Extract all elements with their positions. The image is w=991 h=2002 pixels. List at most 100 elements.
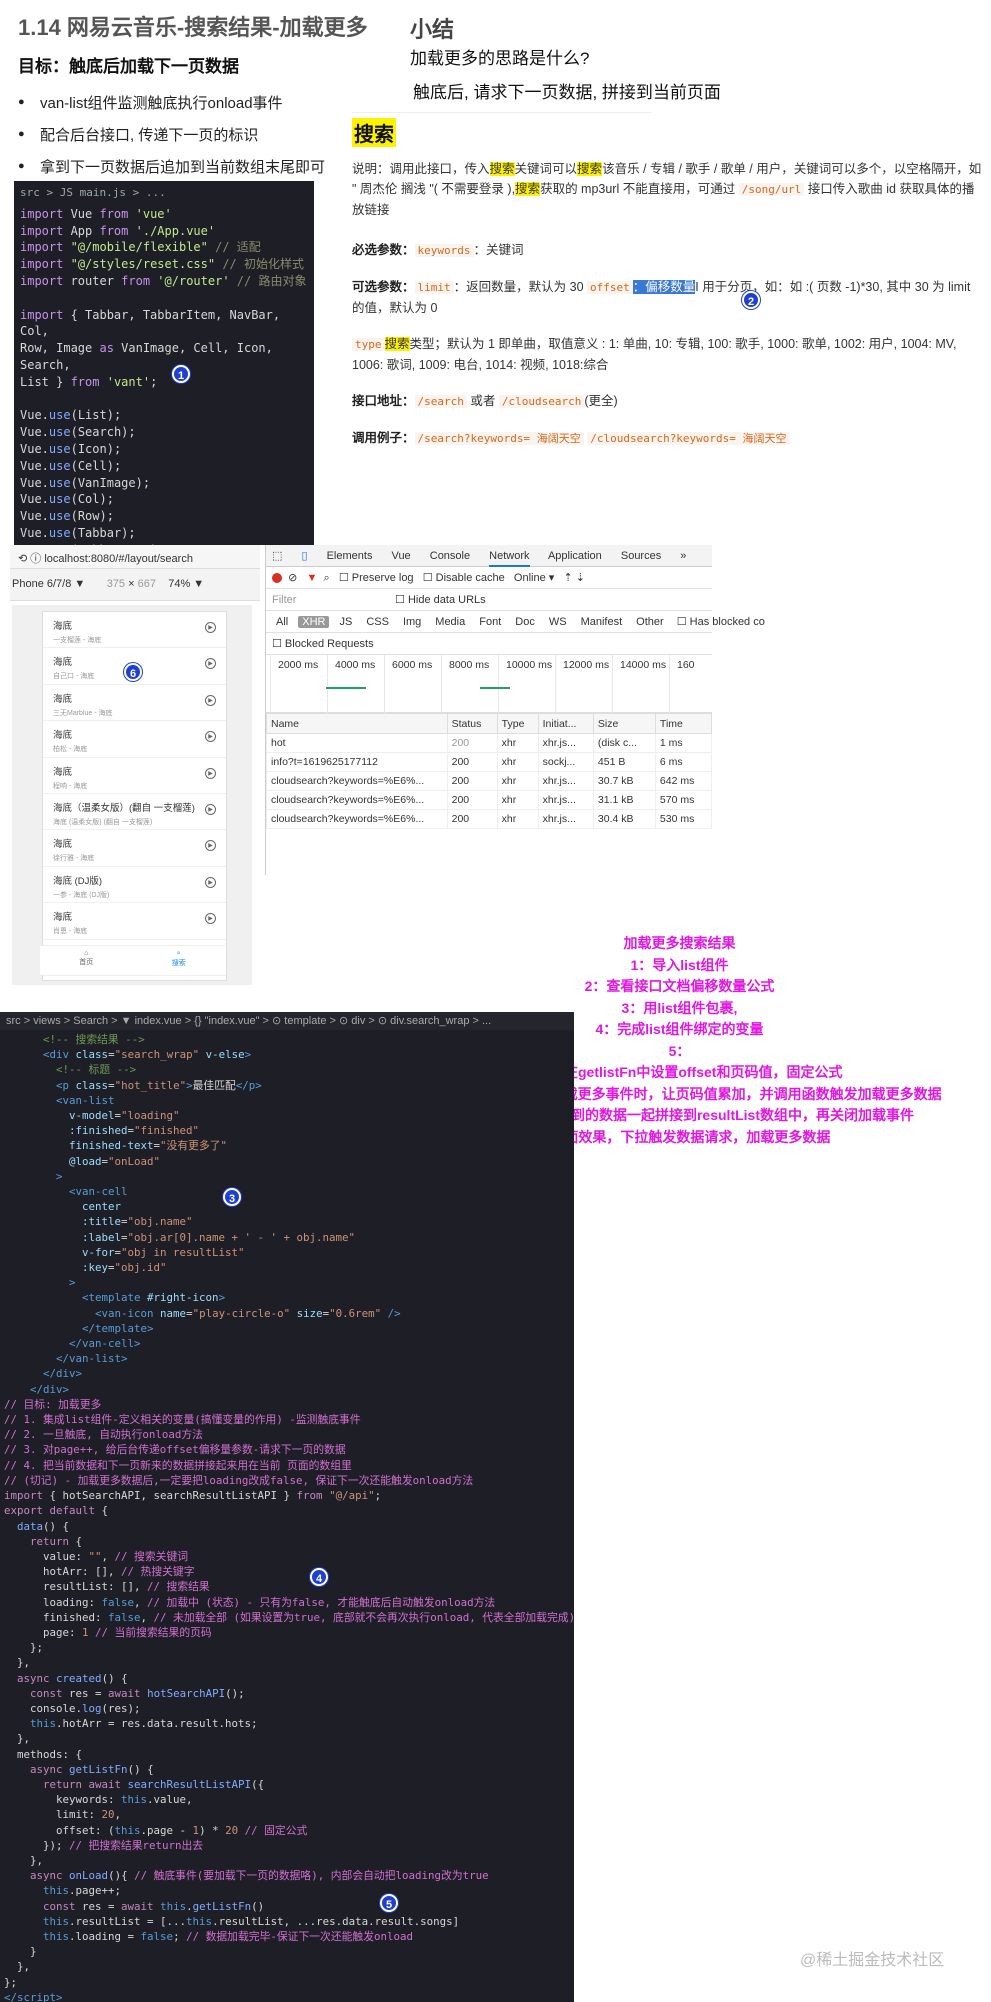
filter-chip[interactable]: Doc	[511, 616, 539, 628]
timeline-gridline	[555, 655, 556, 713]
filter-chip[interactable]: All	[272, 616, 292, 628]
devtools-panel: ⬚ ▯ Elements Vue Console Network Applica…	[265, 545, 765, 875]
address-bar[interactable]: ⟲ ⓘ localhost:8080/#/layout/search	[10, 545, 260, 569]
filter-chip[interactable]: JS	[335, 616, 356, 628]
play-circle-icon[interactable]: ▶	[205, 767, 216, 779]
filter-chip[interactable]: Media	[431, 616, 469, 628]
throttle-select[interactable]: Online	[514, 572, 546, 584]
height-input[interactable]: 667	[138, 578, 156, 590]
network-cell: 200	[446, 809, 498, 829]
network-cell: 642 ms	[654, 771, 713, 791]
song-cell[interactable]: 海底 徐行雅 - 海底 ▶	[43, 830, 226, 867]
timeline-tick: 6000 ms	[392, 659, 433, 671]
network-cell: 530 ms	[654, 809, 713, 829]
network-row[interactable]: hot 200 xhr xhr.js... (disk c... 1 ms	[266, 733, 713, 753]
step-badge-5: 5	[380, 1894, 398, 1912]
play-circle-icon[interactable]: ▶	[205, 803, 216, 815]
tab-application[interactable]: Application	[548, 550, 602, 562]
preserve-log-checkbox[interactable]: Preserve log	[352, 572, 414, 584]
song-cell[interactable]: 海底 柏松 - 海底 ▶	[43, 721, 226, 758]
api-address: 接口地址：/search 或者 /cloudsearch (更全)	[352, 394, 618, 408]
device-select[interactable]: Phone 6/7/8 ▼	[12, 578, 85, 590]
song-cell[interactable]: 海底（温柔女版）(翻自 一支榴莲) 海底 (温柔女版) (翻自 一支榴莲) ▶	[43, 794, 226, 831]
step-badge-6: 6	[124, 663, 142, 681]
filter-chip[interactable]: Font	[475, 616, 505, 628]
device-toggle-icon[interactable]: ▯	[301, 550, 307, 562]
network-cell: xhr	[496, 809, 539, 829]
has-blocked-checkbox[interactable]: Has blocked co	[690, 616, 765, 628]
column-header[interactable]: Name	[266, 713, 448, 734]
hide-data-urls-checkbox[interactable]: Hide data URLs	[408, 594, 486, 606]
column-header[interactable]: Initiat...	[537, 713, 594, 734]
tab-network[interactable]: Network	[489, 550, 530, 567]
timeline: 2000 ms 4000 ms 6000 ms 8000 ms 10000 ms 1200…	[266, 655, 712, 713]
network-row[interactable]: info?t=1619625177112 200 xhr sockj... 451 B6…	[266, 752, 713, 772]
timeline-gridline	[384, 655, 385, 713]
clear-icon[interactable]: ⊘	[288, 572, 297, 584]
more-tabs-icon[interactable]: »	[680, 550, 686, 562]
filter-chip[interactable]: Other	[632, 616, 668, 628]
type-param: type 搜索类型；默认为 1 即单曲，取值意义 : 1: 单曲, 10: 专辑,…	[352, 337, 957, 372]
play-circle-icon[interactable]: ▶	[205, 622, 216, 633]
summary-answer: 触底后, 请求下一页数据, 拼接到当前页面	[413, 83, 721, 102]
column-header[interactable]: Size	[592, 713, 656, 734]
song-url-link[interactable]: /song/url	[738, 183, 805, 196]
width-input[interactable]: 375	[107, 578, 125, 590]
inspect-icon[interactable]: ⬚	[272, 550, 282, 562]
tab-search[interactable]: ⌕ 搜索	[172, 950, 186, 968]
filter-chip[interactable]: Manifest	[577, 616, 627, 628]
timeline-gridline	[327, 655, 328, 713]
song-cell[interactable]: 海底 肖恩 - 海底 ▶	[43, 903, 226, 940]
step-badge-1: 1	[172, 365, 190, 383]
tab-home[interactable]: ⌂ 首页	[79, 950, 93, 968]
song-cell[interactable]: 海底 三无Marblue - 海底 ▶	[43, 685, 226, 722]
play-circle-icon[interactable]: ▶	[205, 694, 216, 706]
network-cell: xhr	[496, 733, 539, 753]
tab-elements[interactable]: Elements	[327, 550, 373, 562]
filter-icon[interactable]: ▼	[307, 572, 318, 584]
network-cell: xhr.js...	[537, 809, 594, 829]
phone-viewport: 海底 一支榴莲 - 海底 ▶ 海底 自己口 - 海底 ▶ 海底 三无Marblue - 海底 ▶…	[12, 605, 252, 985]
song-cell[interactable]: 海底 一支榴莲 - 海底 ▶	[43, 612, 226, 649]
disable-cache-checkbox[interactable]: Disable cache	[436, 572, 505, 584]
search-icon: ⌕	[176, 950, 181, 957]
song-cell[interactable]: 海底 程响 - 海底 ▶	[43, 758, 226, 794]
song-title: 海底	[53, 693, 73, 705]
column-header[interactable]: Status	[446, 713, 498, 734]
network-cell: 451 B	[592, 752, 656, 772]
filter-input[interactable]: Filter	[272, 594, 392, 606]
search-icon[interactable]: ⌕	[324, 572, 330, 584]
network-row[interactable]: cloudsearch?keywords=%E6%... 200 xhr xhr.js…	[266, 771, 713, 791]
tab-vue[interactable]: Vue	[392, 550, 411, 562]
filter-chip[interactable]: XHR	[298, 616, 330, 628]
network-cell: 570 ms	[654, 790, 713, 810]
play-circle-icon[interactable]: ▶	[205, 876, 216, 888]
filter-chip[interactable]: CSS	[362, 616, 393, 628]
song-cell[interactable]: 海底 (DJ版) 一参 - 海底 (DJ版) ▶	[43, 867, 226, 904]
network-row[interactable]: cloudsearch?keywords=%E6%... 200 xhr xhr.js…	[266, 790, 713, 810]
network-cell: sockj...	[537, 752, 594, 772]
blocked-requests-checkbox[interactable]: Blocked Requests	[285, 638, 374, 650]
column-header[interactable]: Time	[654, 713, 713, 734]
network-cell: 200	[446, 790, 498, 810]
column-header[interactable]: Type	[496, 713, 539, 734]
timeline-tick: 160	[677, 659, 695, 671]
divider	[352, 112, 652, 113]
song-subtitle: 一支榴莲 - 海底	[53, 637, 102, 644]
tab-console[interactable]: Console	[430, 550, 470, 562]
network-row[interactable]: cloudsearch?keywords=%E6%... 200 xhr xhr.js…	[266, 809, 713, 829]
zoom-select[interactable]: 74% ▼	[168, 578, 204, 590]
filter-chip[interactable]: Img	[399, 616, 425, 628]
song-subtitle: 一参 - 海底 (DJ版)	[53, 891, 110, 899]
import-icon[interactable]: ⇡	[563, 572, 572, 584]
record-icon[interactable]	[272, 573, 282, 584]
export-icon[interactable]: ⇣	[576, 572, 585, 584]
goal-bullets: van-list组件监测触底执行onload事件 配合后台接口, 传递下一页的标…	[18, 92, 325, 188]
tab-sources[interactable]: Sources	[621, 550, 661, 562]
song-title: 海底	[53, 730, 73, 742]
home-icon: ⌂	[84, 950, 89, 957]
filter-chip[interactable]: WS	[545, 616, 571, 628]
step-badge-3: 3	[223, 1188, 241, 1206]
step-badge-2: 2	[742, 291, 760, 309]
network-cell: xhr.js...	[537, 771, 594, 791]
